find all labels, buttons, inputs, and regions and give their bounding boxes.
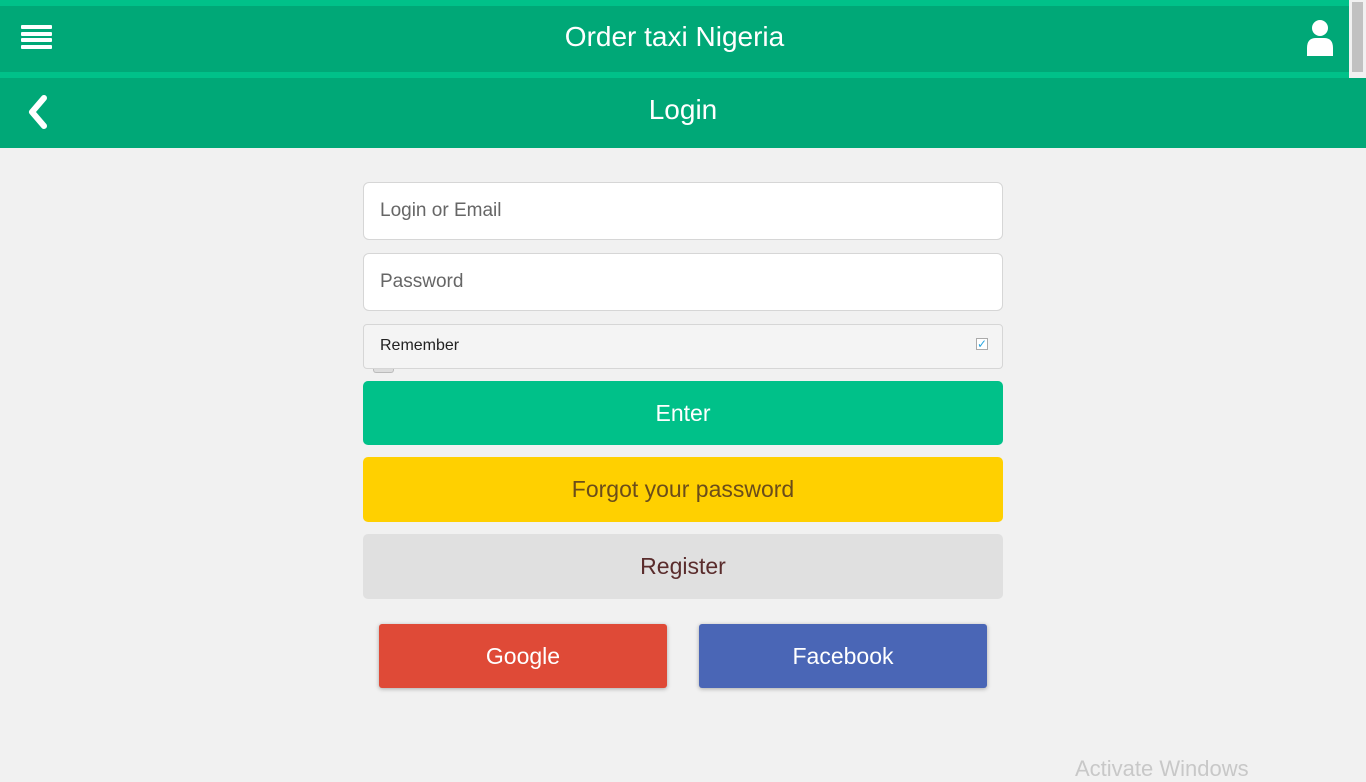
remember-label: Remember	[380, 337, 460, 354]
user-icon[interactable]	[1305, 16, 1335, 56]
facebook-login-button[interactable]: Facebook	[699, 624, 987, 688]
scrollbar[interactable]	[1349, 0, 1366, 78]
page-title: Login	[648, 94, 718, 125]
top-bar: Order taxi Nigeria	[0, 0, 1349, 78]
page-header: Login	[0, 78, 1366, 148]
forgot-password-button[interactable]: Forgot your password	[363, 457, 1003, 522]
remember-tab	[373, 369, 394, 373]
remember-row[interactable]: Remember ✓	[363, 324, 1003, 369]
scrollbar-thumb[interactable]	[1352, 2, 1363, 72]
register-button[interactable]: Register	[363, 534, 1003, 599]
login-email-input[interactable]: Login or Email	[363, 182, 1003, 240]
app-title: Order taxi Nigeria	[564, 21, 785, 52]
remember-checkbox[interactable]: ✓	[976, 338, 988, 350]
password-input[interactable]: Password	[363, 253, 1003, 311]
enter-button[interactable]: Enter	[363, 381, 1003, 445]
google-login-button[interactable]: Google	[379, 624, 667, 688]
activate-windows-watermark: Activate Windows	[1075, 756, 1249, 781]
